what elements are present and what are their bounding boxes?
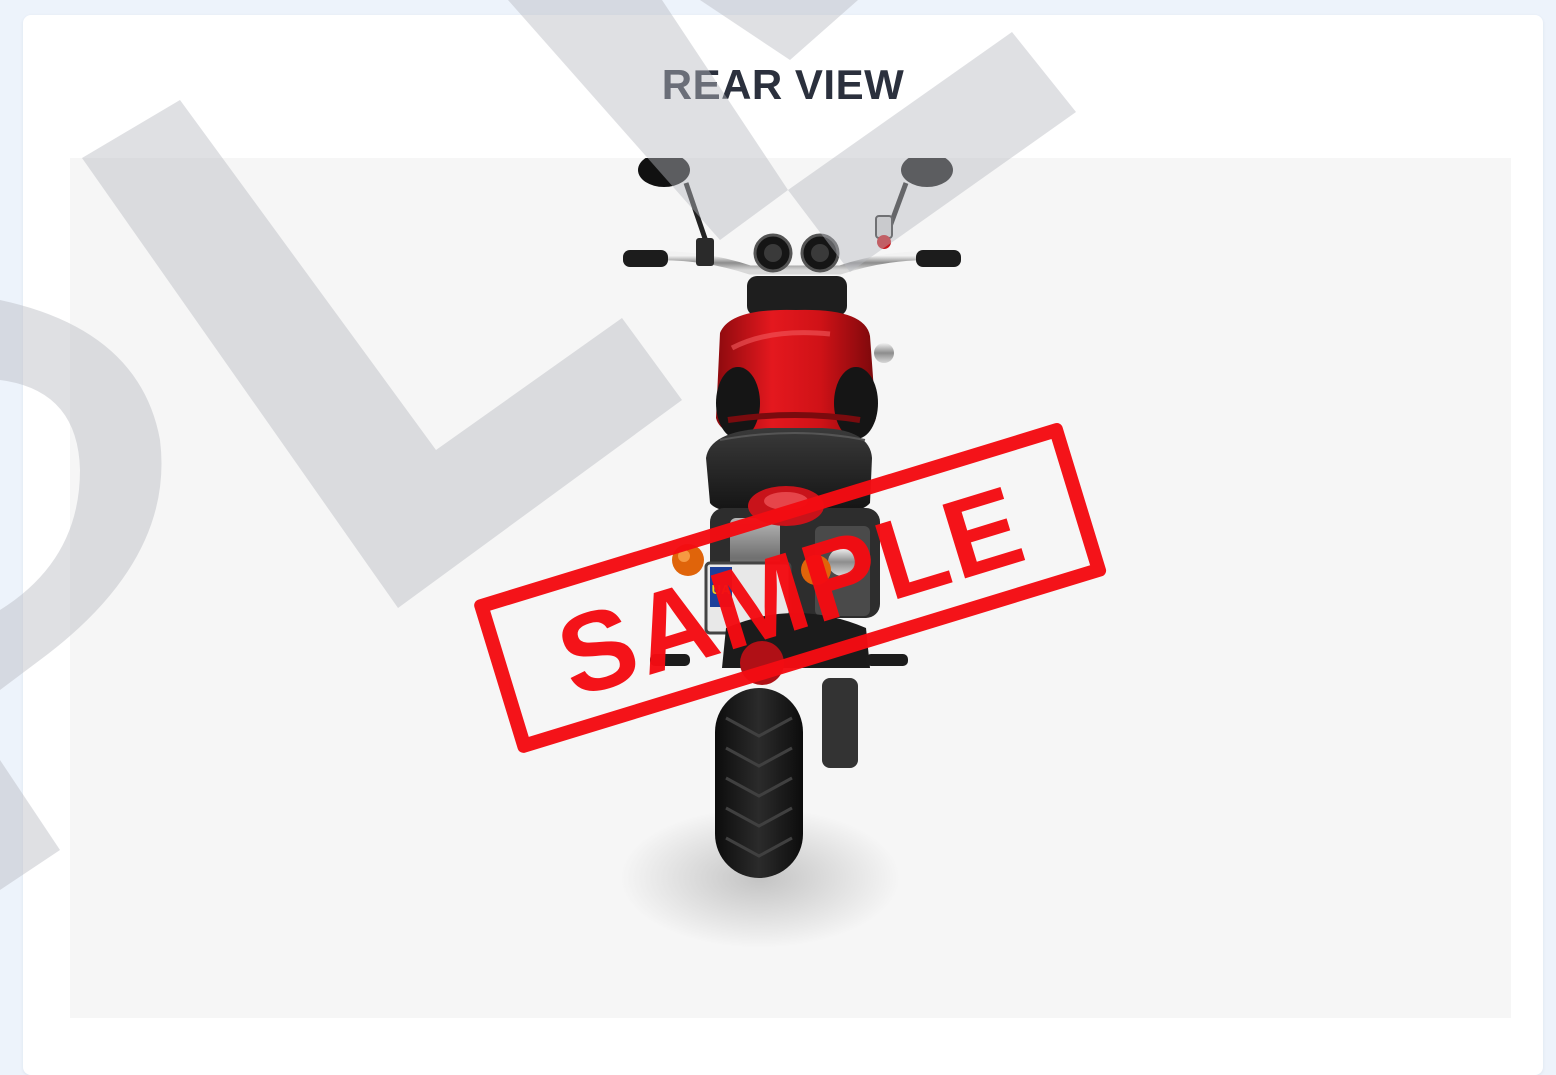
turn-indicator-right bbox=[801, 555, 831, 585]
mirrors bbox=[638, 158, 953, 254]
rear-view-card: REAR VIEW UA bbox=[23, 15, 1543, 1075]
view-title: REAR VIEW bbox=[661, 61, 905, 108]
rear-tire bbox=[715, 688, 803, 878]
handlebar bbox=[623, 215, 961, 275]
vehicle-photo: UA bbox=[70, 158, 1511, 1018]
plate-country-code: UA bbox=[712, 582, 731, 597]
motorcycle-rear-image: UA bbox=[620, 158, 961, 948]
